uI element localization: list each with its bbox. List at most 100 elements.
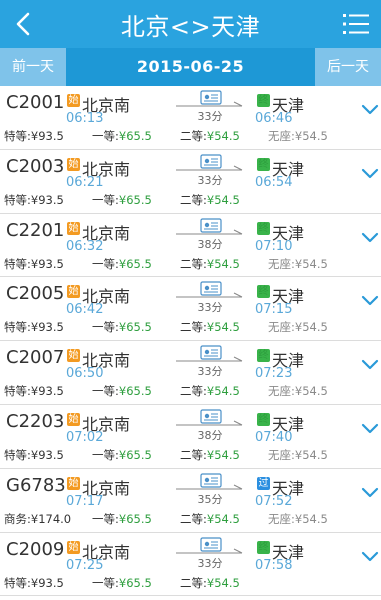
seat-no-seat: 无座:¥54.5	[268, 128, 328, 144]
chevron-down-icon[interactable]	[361, 102, 379, 116]
menu-icon[interactable]	[343, 13, 369, 35]
seat-label: 一等:	[92, 320, 119, 335]
seat-second-class: 二等:¥54.5	[180, 511, 240, 527]
seat-price: ¥65.5	[118, 256, 152, 271]
travel-duration: 33分	[197, 556, 223, 570]
seat-first-class: 一等:¥65.5	[92, 192, 152, 208]
seat-label: 特等:	[4, 447, 31, 462]
seat-label: 二等:	[180, 511, 207, 526]
seat-no-seat: 无座:¥54.5	[268, 256, 328, 272]
departure-time: 06:21	[66, 174, 104, 190]
chevron-down-icon[interactable]	[361, 230, 379, 244]
seat-class-1: 特等:¥93.5	[4, 575, 64, 591]
seat-label: 一等:	[92, 384, 119, 399]
seat-price: ¥65.5	[118, 511, 152, 526]
travel-duration: 33分	[197, 301, 223, 315]
chevron-down-icon[interactable]	[361, 485, 379, 499]
seat-no-seat: 无座:¥54.5	[268, 447, 328, 463]
arrival-badge: 终	[257, 349, 270, 363]
train-row[interactable]: C2009 始北京南 07:25 33分终天津 07:58 特等:¥93.5 一等:¥65.…	[0, 533, 381, 597]
train-list: C2001 始北京南 06:13 33分终天津 06:46 特等:¥93.5 一等:¥65.…	[0, 86, 381, 597]
train-row[interactable]: G6783 始北京南 07:17 35分过天津 07:52 商务:¥174.0 一等:¥65…	[0, 469, 381, 533]
origin-badge: 始	[67, 157, 80, 171]
departure-time: 07:25	[66, 557, 104, 573]
seat-label: 无座:	[268, 511, 295, 526]
prev-day-button[interactable]: 前一天	[0, 48, 66, 86]
train-row[interactable]: C2201 始北京南 06:32 38分终天津 07:10 特等:¥93.5 一等:¥65.…	[0, 214, 381, 278]
seat-price: ¥65.5	[118, 384, 152, 399]
next-day-button[interactable]: 后一天	[315, 48, 381, 86]
travel-duration: 38分	[197, 428, 223, 442]
travel-duration: 35分	[197, 492, 223, 506]
seat-label: 无座:	[268, 320, 295, 335]
seat-label: 商务:	[4, 511, 31, 526]
train-row[interactable]: C2203 始北京南 07:02 38分终天津 07:40 特等:¥93.5 一等:¥65.…	[0, 405, 381, 469]
date-bar: 前一天 2015-06-25 后一天	[0, 48, 381, 86]
arrival-time: 07:40	[255, 429, 293, 445]
train-row[interactable]: C2003 始北京南 06:21 33分终天津 06:54 特等:¥93.5 一等:¥65.…	[0, 150, 381, 214]
seat-price: ¥65.5	[118, 575, 152, 590]
arrival-time: 07:10	[255, 238, 293, 254]
seat-no-seat: 无座:¥54.5	[268, 319, 328, 335]
travel-duration: 38分	[197, 237, 223, 251]
chevron-down-icon[interactable]	[361, 549, 379, 563]
train-number: C2003	[6, 155, 65, 177]
train-row[interactable]: C2001 始北京南 06:13 33分终天津 06:46 特等:¥93.5 一等:¥65.…	[0, 86, 381, 150]
seat-price: ¥93.5	[30, 447, 64, 462]
seat-price: ¥54.5	[206, 192, 240, 207]
seat-price: ¥54.5	[206, 320, 240, 335]
seat-second-class: 二等:¥54.5	[180, 128, 240, 144]
seat-label: 无座:	[268, 256, 295, 271]
seat-label: 一等:	[92, 447, 119, 462]
departure-time: 07:02	[66, 429, 104, 445]
seat-price: ¥54.5	[206, 447, 240, 462]
seat-second-class: 二等:¥54.5	[180, 383, 240, 399]
arrival-time: 07:52	[255, 493, 293, 509]
seat-label: 特等:	[4, 192, 31, 207]
arrival-badge: 终	[257, 157, 270, 171]
train-row[interactable]: C2005 始北京南 06:42 33分终天津 07:15 特等:¥93.5 一等:¥65.…	[0, 277, 381, 342]
seat-price: ¥65.5	[118, 192, 152, 207]
seat-label: 无座:	[268, 129, 295, 143]
seat-label: 一等:	[92, 129, 119, 143]
seat-price: ¥65.5	[118, 129, 152, 143]
seat-label: 一等:	[92, 256, 119, 271]
seat-price: ¥54.5	[206, 256, 240, 271]
seat-label: 特等:	[4, 575, 31, 590]
train-number: C2201	[6, 219, 65, 241]
train-row[interactable]: C2007 始北京南 06:50 33分终天津 07:23 特等:¥93.5 一等:¥65.…	[0, 341, 381, 405]
arrival-badge: 终	[257, 540, 270, 554]
seat-class-1: 特等:¥93.5	[4, 319, 64, 335]
seat-label: 特等:	[4, 256, 31, 271]
chevron-down-icon[interactable]	[361, 293, 379, 307]
seat-second-class: 二等:¥54.5	[180, 447, 240, 463]
seat-price: ¥93.5	[30, 575, 64, 590]
travel-duration: 33分	[197, 110, 223, 123]
seat-price: ¥54.5	[206, 384, 240, 399]
current-date[interactable]: 2015-06-25	[66, 48, 315, 86]
chevron-down-icon[interactable]	[361, 166, 379, 180]
seat-label: 一等:	[92, 575, 119, 590]
chevron-down-icon[interactable]	[361, 357, 379, 371]
train-number: C2203	[6, 410, 65, 432]
chevron-down-icon[interactable]	[361, 421, 379, 435]
app-header: 北京<>天津	[0, 0, 381, 48]
seat-label: 特等:	[4, 384, 31, 399]
seat-price: ¥54.5	[294, 256, 328, 271]
train-number: C2005	[6, 283, 65, 305]
seat-price: ¥54.5	[294, 511, 328, 526]
seat-first-class: 一等:¥65.5	[92, 575, 152, 591]
seat-no-seat: 无座:¥54.5	[268, 383, 328, 399]
seat-label: 一等:	[92, 511, 119, 526]
seat-price: ¥54.5	[294, 384, 328, 399]
seat-label: 一等:	[92, 192, 119, 207]
train-number: C2009	[6, 538, 65, 560]
seat-price: ¥65.5	[118, 447, 152, 462]
arrival-badge: 过	[257, 476, 270, 490]
seat-class-1: 商务:¥174.0	[4, 511, 71, 527]
seat-label: 特等:	[4, 320, 31, 335]
origin-badge: 始	[67, 349, 80, 363]
departure-time: 07:17	[66, 493, 104, 509]
arrival-badge: 终	[257, 94, 270, 107]
seat-first-class: 一等:¥65.5	[92, 511, 152, 527]
